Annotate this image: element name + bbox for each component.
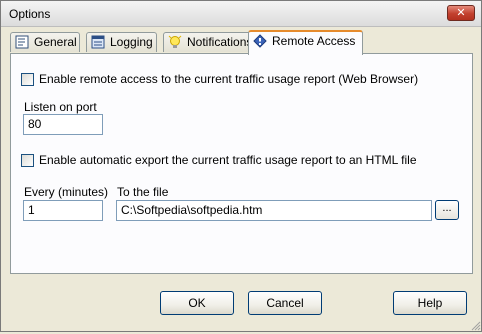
- title-bar[interactable]: Options ✕: [1, 1, 481, 27]
- every-minutes-label: Every (minutes): [24, 185, 109, 199]
- help-button[interactable]: Help: [393, 291, 467, 315]
- resize-grip-icon[interactable]: [469, 319, 481, 331]
- listen-port-label: Listen on port: [24, 100, 97, 114]
- tab-remote-access[interactable]: Remote Access: [248, 30, 363, 55]
- tab-general-label: General: [34, 35, 77, 49]
- cancel-button[interactable]: Cancel: [248, 291, 322, 315]
- browse-button[interactable]: ...: [435, 200, 459, 220]
- window-title: Options: [9, 7, 51, 21]
- enable-remote-access-label: Enable remote access to the current traf…: [39, 72, 419, 86]
- general-icon: [15, 35, 29, 49]
- options-dialog: Options ✕ General Logging Notifications …: [0, 0, 482, 332]
- every-minutes-input[interactable]: 1: [23, 200, 103, 221]
- ok-button[interactable]: OK: [160, 291, 234, 315]
- bulb-icon: [168, 35, 182, 49]
- enable-export-checkbox[interactable]: [21, 154, 34, 167]
- tab-general[interactable]: General: [10, 32, 80, 52]
- tab-notifications[interactable]: Notifications: [163, 32, 253, 52]
- tab-logging-label: Logging: [110, 35, 153, 49]
- listen-port-input[interactable]: 80: [23, 114, 103, 135]
- tab-notifications-label: Notifications: [187, 35, 253, 49]
- enable-export-label: Enable automatic export the current traf…: [39, 153, 417, 167]
- logging-icon: [91, 35, 105, 49]
- enable-remote-access-checkbox[interactable]: [21, 73, 34, 86]
- remote-access-panel: Enable remote access to the current traf…: [10, 53, 473, 274]
- file-path-input[interactable]: C:\Softpedia\softpedia.htm: [116, 200, 432, 221]
- tab-logging[interactable]: Logging: [86, 32, 157, 52]
- diamond-icon: [253, 34, 267, 48]
- tab-strip: General Logging Notifications Remote Acc…: [10, 30, 475, 55]
- to-file-label: To the file: [117, 185, 169, 199]
- tab-remote-access-label: Remote Access: [272, 34, 356, 48]
- close-button[interactable]: ✕: [447, 5, 475, 21]
